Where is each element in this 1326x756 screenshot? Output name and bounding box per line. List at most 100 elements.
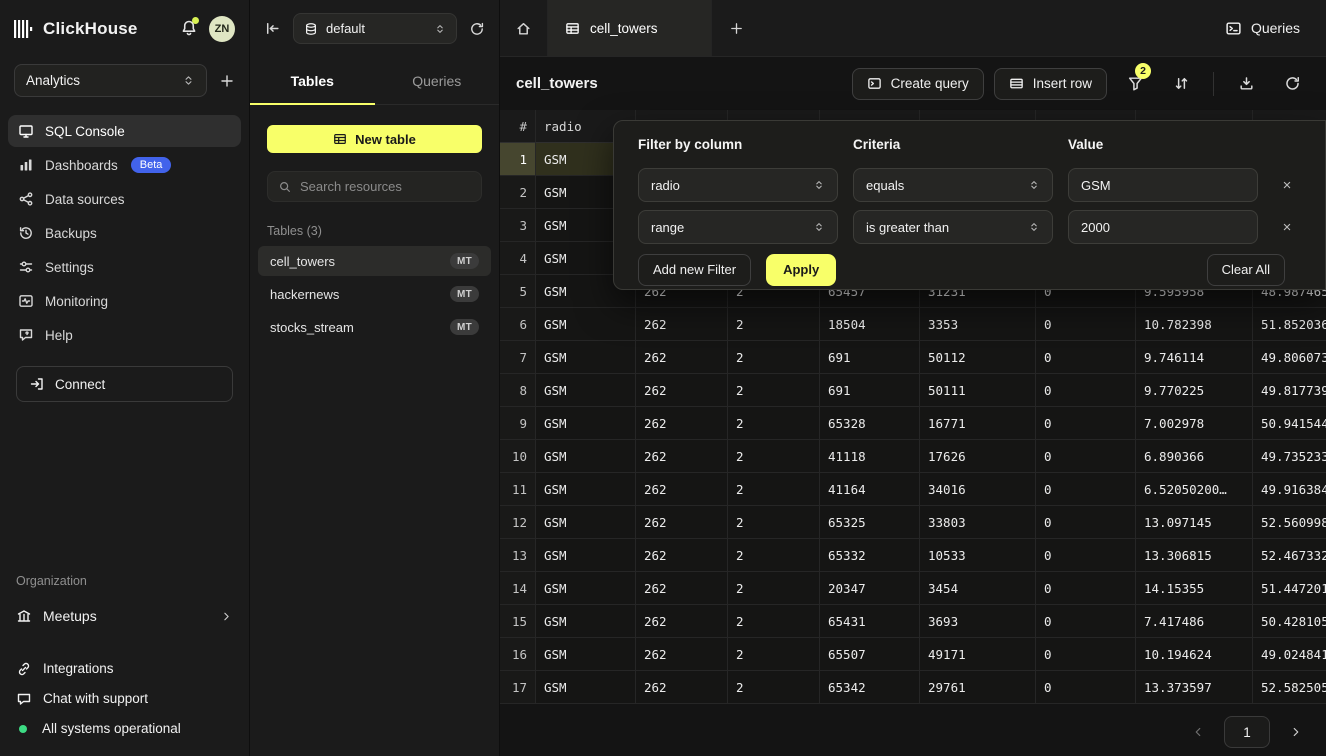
cell[interactable]: 262 [636,374,728,407]
cell[interactable]: 52.582505 [1253,671,1326,704]
filter-column-select-1[interactable]: radio [638,168,838,202]
chat-support-link[interactable]: Chat with support [16,689,233,708]
cell[interactable]: 65328 [820,407,920,440]
cell[interactable]: 691 [820,341,920,374]
cell[interactable]: 16771 [920,407,1036,440]
cell[interactable]: 0 [1036,605,1136,638]
cell[interactable]: GSM [536,374,636,407]
cell[interactable]: GSM [536,308,636,341]
home-tab[interactable] [500,0,548,56]
cell[interactable]: 13.097145 [1136,506,1253,539]
new-tab-button[interactable] [712,0,760,56]
cell[interactable]: 14.15355 [1136,572,1253,605]
insert-row-button[interactable]: Insert row [994,68,1107,100]
sidebar-item-monitoring[interactable]: Monitoring [8,285,241,317]
cell[interactable]: 0 [1036,374,1136,407]
cell[interactable]: 49.817739 [1253,374,1326,407]
new-table-button[interactable]: New table [267,125,482,153]
cell[interactable]: 49.916384 [1253,473,1326,506]
system-status-link[interactable]: All systems operational [16,719,233,738]
cell[interactable]: 2 [728,374,820,407]
cell[interactable]: 2 [728,506,820,539]
cell[interactable]: 17626 [920,440,1036,473]
table-row[interactable]: 11GSM2622411643401606.52050200…49.916384 [500,473,1326,506]
filter-criteria-select-2[interactable]: is greater than [853,210,1053,244]
sidebar-item-sql-console[interactable]: SQL Console [8,115,241,147]
cell[interactable]: 13.306815 [1136,539,1253,572]
list-item-cell-towers[interactable]: cell_towers MT [258,246,491,276]
cell[interactable]: GSM [536,671,636,704]
collapse-panel-button[interactable] [264,20,281,37]
column-header[interactable]: # [500,110,536,143]
tab-cell-towers[interactable]: cell_towers [548,0,712,56]
cell[interactable]: 0 [1036,572,1136,605]
cell[interactable]: GSM [536,440,636,473]
cell[interactable]: 52.560998 [1253,506,1326,539]
integrations-link[interactable]: Integrations [16,659,233,678]
avatar[interactable]: ZN [209,16,235,42]
page-number-box[interactable]: 1 [1224,716,1270,748]
cell[interactable]: 49171 [920,638,1036,671]
table-row[interactable]: 14GSM2622203473454014.1535551.447201 [500,572,1326,605]
cell[interactable]: 262 [636,473,728,506]
cell[interactable]: 0 [1036,308,1136,341]
cell[interactable]: GSM [536,605,636,638]
refresh-data-button[interactable] [1274,68,1310,100]
cell[interactable]: 2 [728,671,820,704]
table-row[interactable]: 6GSM2622185043353010.78239851.852036 [500,308,1326,341]
table-row[interactable]: 16GSM26226550749171010.19462449.024841 [500,638,1326,671]
cell[interactable]: 2 [728,572,820,605]
cell[interactable]: 10.194624 [1136,638,1253,671]
cell[interactable]: 262 [636,308,728,341]
cell[interactable]: 0 [1036,473,1136,506]
cell[interactable]: 50111 [920,374,1036,407]
cell[interactable]: 51.447201 [1253,572,1326,605]
cell[interactable]: 65332 [820,539,920,572]
cell[interactable]: 13.373597 [1136,671,1253,704]
cell[interactable]: 2 [728,308,820,341]
cell[interactable]: 2 [728,440,820,473]
cell[interactable]: 20347 [820,572,920,605]
cell[interactable]: 7.002978 [1136,407,1253,440]
connect-button[interactable]: Connect [16,366,233,402]
cell[interactable]: 2 [728,605,820,638]
table-row[interactable]: 9GSM2622653281677107.00297850.941544 [500,407,1326,440]
table-row[interactable]: 7GSM26226915011209.74611449.806073 [500,341,1326,374]
cell[interactable]: 262 [636,638,728,671]
cell[interactable]: GSM [536,539,636,572]
table-row[interactable]: 17GSM26226534229761013.37359752.582505 [500,671,1326,704]
cell[interactable]: 262 [636,539,728,572]
cell[interactable]: 50112 [920,341,1036,374]
next-page-button[interactable] [1282,718,1310,746]
cell[interactable]: 41118 [820,440,920,473]
cell[interactable]: GSM [536,407,636,440]
filter-column-select-2[interactable]: range [638,210,838,244]
cell[interactable]: 9.746114 [1136,341,1253,374]
table-row[interactable]: 15GSM262265431369307.41748650.428105 [500,605,1326,638]
remove-filter-button-2[interactable]: × [1283,220,1292,235]
cell[interactable]: 262 [636,407,728,440]
tab-queries[interactable]: Queries [375,57,500,104]
cell[interactable]: 3353 [920,308,1036,341]
cell[interactable]: GSM [536,638,636,671]
cell[interactable]: 0 [1036,506,1136,539]
cell[interactable]: 691 [820,374,920,407]
search-input[interactable] [300,179,476,194]
refresh-tables-button[interactable] [469,21,485,37]
cell[interactable]: 34016 [920,473,1036,506]
sidebar-item-backups[interactable]: Backups [8,217,241,249]
cell[interactable]: 2 [728,473,820,506]
cell[interactable]: 7.417486 [1136,605,1253,638]
cell[interactable]: 0 [1036,671,1136,704]
cell[interactable]: 3454 [920,572,1036,605]
filter-value-input-1[interactable] [1081,178,1245,193]
sidebar-item-data-sources[interactable]: Data sources [8,183,241,215]
notifications-bell-icon[interactable] [180,19,200,39]
cell[interactable]: 52.4673325 [1253,539,1326,572]
clear-all-filters-button[interactable]: Clear All [1207,254,1285,286]
sidebar-item-help[interactable]: Help [8,319,241,351]
cell[interactable]: 2 [728,539,820,572]
add-service-button[interactable] [219,73,235,89]
tab-tables[interactable]: Tables [250,57,375,104]
cell[interactable]: 29761 [920,671,1036,704]
